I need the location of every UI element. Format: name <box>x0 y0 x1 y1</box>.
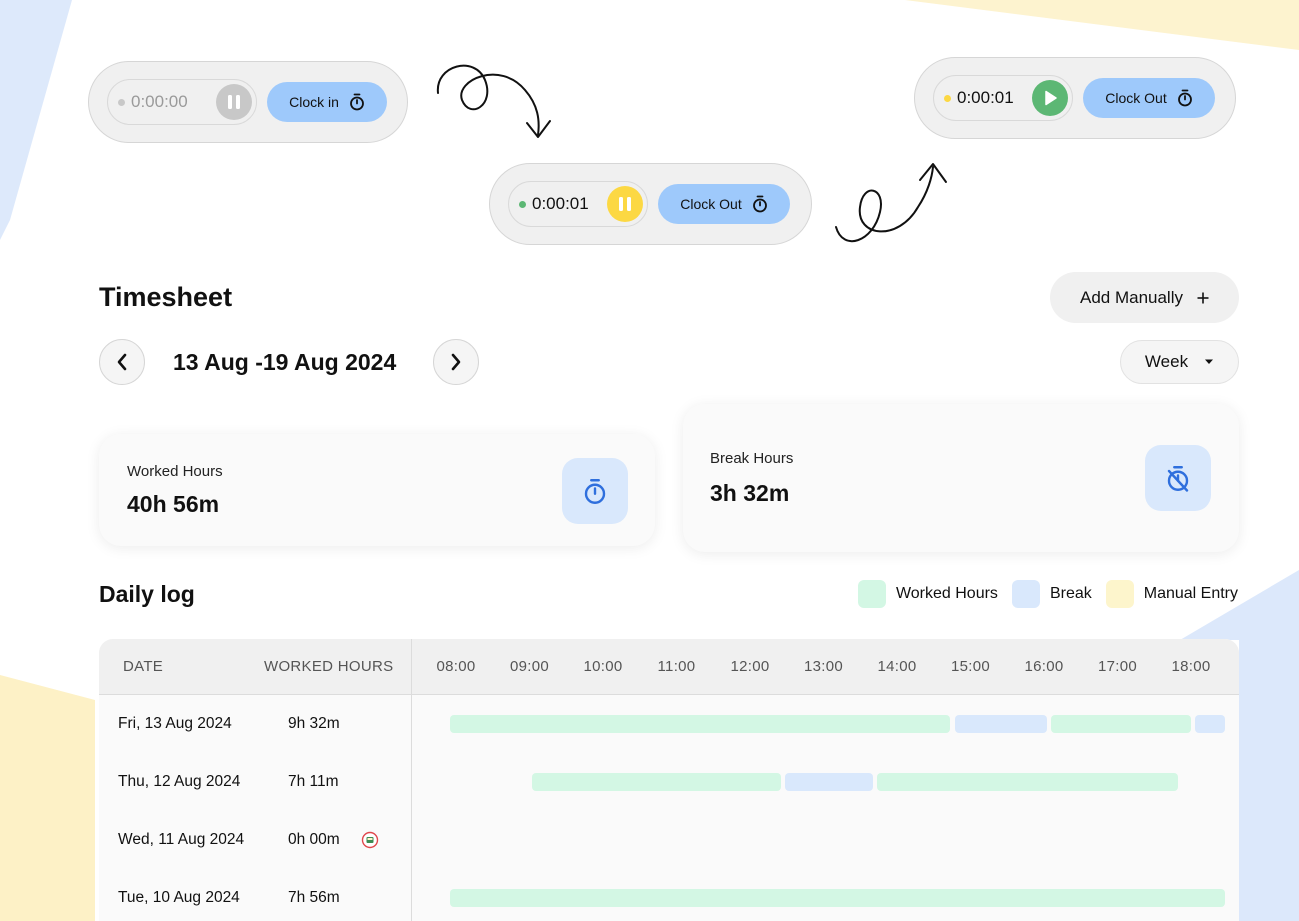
table-row[interactable]: Fri, 13 Aug 2024 9h 32m <box>99 695 1239 753</box>
timer-widget-running: 0:00:01 Clock Out <box>489 163 812 245</box>
row-date: Fri, 13 Aug 2024 <box>118 715 232 732</box>
play-button[interactable] <box>1032 80 1068 116</box>
legend-label-manual: Manual Entry <box>1143 585 1238 602</box>
timer-widget-idle: 0:00:00 Clock in <box>88 61 408 143</box>
legend-item-manual: Manual Entry <box>1105 580 1238 608</box>
hour-label: 15:00 <box>950 658 991 675</box>
chevron-left-icon <box>117 353 127 371</box>
worked-hours-value: 40h 56m <box>127 491 220 517</box>
legend-swatch-manual <box>1105 580 1134 608</box>
clock-out-button[interactable]: Clock Out <box>1083 78 1215 118</box>
column-header-worked-hours: WORKED HOURS <box>264 658 394 675</box>
clock-out-label: Clock Out <box>1105 90 1167 106</box>
clock-in-label: Clock in <box>289 94 339 110</box>
hour-label: 17:00 <box>1097 658 1138 675</box>
worked-hours-icon-badge <box>562 458 628 524</box>
worked-hours-label: Worked Hours <box>127 463 223 480</box>
legend-swatch-break <box>1011 580 1040 608</box>
table-row[interactable]: Wed, 11 Aug 2024 0h 00m <box>99 811 1239 869</box>
break-hours-card: Break Hours 3h 32m <box>683 404 1239 552</box>
hour-label: 10:00 <box>583 658 623 675</box>
stopwatch-icon <box>752 195 767 213</box>
clock-out-button[interactable]: Clock Out <box>658 184 790 224</box>
timer-time: 0:00:01 <box>532 194 589 213</box>
row-date: Wed, 11 Aug 2024 <box>118 831 245 848</box>
status-dot <box>944 94 951 102</box>
timer-display: 0:00:00 <box>107 79 257 125</box>
previous-week-button[interactable] <box>99 339 145 385</box>
hour-label: 13:00 <box>803 658 844 675</box>
pause-icon <box>619 197 631 211</box>
timer-time: 0:00:01 <box>957 88 1014 107</box>
timer-display: 0:00:01 <box>508 181 648 227</box>
clock-out-label: Clock Out <box>680 196 742 212</box>
row-worked-hours: 0h 00m <box>288 831 340 848</box>
legend-label-worked: Worked Hours <box>895 585 998 602</box>
table-header: DATE WORKED HOURS 08:00 09:00 10:00 11:00 12… <box>99 639 1239 695</box>
table-row[interactable]: Thu, 12 Aug 2024 7h 11m <box>99 753 1239 811</box>
stopwatch-icon <box>1177 89 1192 107</box>
period-select[interactable]: Week <box>1120 340 1239 384</box>
worked-segment[interactable] <box>877 773 1178 791</box>
chevron-right-icon <box>451 353 461 371</box>
hour-label: 08:00 <box>436 658 476 675</box>
table-row[interactable]: Tue, 10 Aug 2024 7h 56m <box>99 869 1239 921</box>
break-hours-value: 3h 32m <box>710 480 790 506</box>
row-worked-hours: 7h 11m <box>288 773 339 790</box>
no-entry-icon[interactable] <box>361 831 379 854</box>
legend: Worked Hours Break Manual Entry <box>857 580 1238 608</box>
hour-label: 18:00 <box>1171 658 1211 675</box>
loop-arrow-down-icon <box>436 64 551 138</box>
break-hours-label: Break Hours <box>710 450 794 467</box>
column-header-date: DATE <box>123 658 164 675</box>
hour-label: 09:00 <box>509 658 550 675</box>
status-dot <box>519 200 526 208</box>
worked-segment[interactable] <box>450 889 1226 907</box>
break-segment[interactable] <box>954 715 1047 733</box>
worked-hours-card: Worked Hours 40h 56m <box>99 434 655 546</box>
plus-icon <box>1197 292 1209 303</box>
page-title: Timesheet <box>99 282 233 312</box>
legend-swatch-worked <box>857 580 886 608</box>
row-date: Thu, 12 Aug 2024 <box>118 773 241 790</box>
stopwatch-icon <box>349 93 364 111</box>
timer-widget-paused: 0:00:01 Clock Out <box>914 57 1236 139</box>
hour-label: 11:00 <box>657 658 696 675</box>
clock-in-button[interactable]: Clock in <box>267 82 387 122</box>
timer-time: 0:00:00 <box>131 92 188 111</box>
worked-segment[interactable] <box>1051 715 1191 733</box>
pause-icon <box>228 95 240 109</box>
row-date: Tue, 10 Aug 2024 <box>118 889 240 906</box>
date-range: 13 Aug -19 Aug 2024 <box>173 349 397 375</box>
break-hours-icon-badge <box>1145 445 1211 511</box>
break-segment[interactable] <box>785 773 873 791</box>
hour-label: 16:00 <box>1024 658 1064 675</box>
hour-label: 12:00 <box>730 658 770 675</box>
break-segment[interactable] <box>1195 715 1226 733</box>
worked-segment[interactable] <box>532 773 781 791</box>
stopwatch-off-icon <box>1167 465 1189 492</box>
hour-label: 14:00 <box>877 658 917 675</box>
daily-log-title: Daily log <box>99 581 195 607</box>
loop-arrow-up-icon <box>835 163 947 243</box>
daily-log-table: DATE WORKED HOURS 08:00 09:00 10:00 11:00 12… <box>99 639 1239 921</box>
legend-item-break: Break <box>1011 580 1092 608</box>
pause-button[interactable] <box>607 186 643 222</box>
legend-item-worked: Worked Hours <box>857 580 998 608</box>
pause-button[interactable] <box>216 84 252 120</box>
next-week-button[interactable] <box>433 339 479 385</box>
row-worked-hours: 7h 56m <box>288 889 340 906</box>
row-worked-hours: 9h 32m <box>288 715 340 732</box>
worked-segment[interactable] <box>450 715 950 733</box>
period-select-value: Week <box>1144 352 1189 371</box>
play-icon <box>1045 90 1057 106</box>
caret-down-icon <box>1205 359 1214 364</box>
status-dot <box>118 98 125 106</box>
add-manually-button[interactable]: Add Manually <box>1050 272 1239 323</box>
legend-label-break: Break <box>1049 585 1092 602</box>
timer-display: 0:00:01 <box>933 75 1073 121</box>
stopwatch-icon <box>584 478 606 504</box>
add-manually-label: Add Manually <box>1079 287 1183 307</box>
